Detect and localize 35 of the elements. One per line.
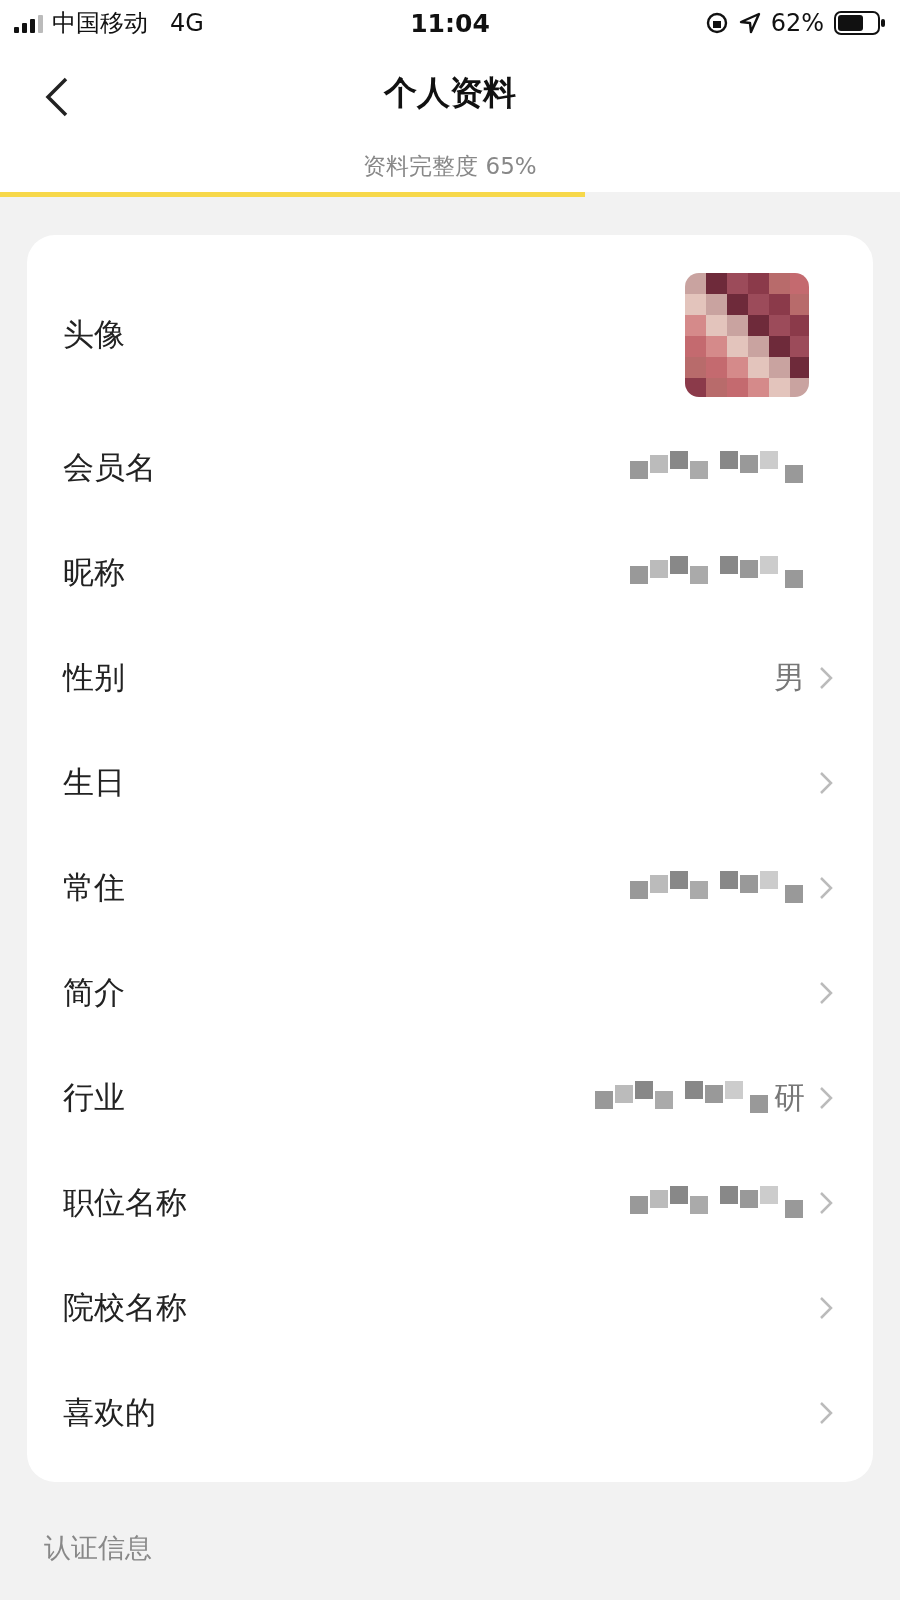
profile-row[interactable]: 生日 — [27, 730, 873, 835]
clock-time: 11:04 — [410, 8, 490, 38]
row-label: 职位名称 — [63, 1182, 188, 1222]
location-icon — [738, 12, 761, 34]
profile-row[interactable]: 喜欢的 — [27, 1360, 873, 1465]
profile-row[interactable]: 会员名 — [27, 415, 873, 520]
row-label: 性别 — [63, 657, 126, 697]
row-label: 行业 — [63, 1077, 126, 1117]
profile-row[interactable]: 简介 — [27, 940, 873, 1045]
battery-percent: 62% — [770, 9, 824, 37]
profile-row[interactable]: 院校名称 — [27, 1255, 873, 1360]
row-label: 生日 — [63, 762, 126, 802]
profile-row[interactable]: 性别 男 — [27, 625, 873, 730]
row-label: 院校名称 — [63, 1287, 188, 1327]
battery-icon — [834, 11, 886, 35]
row-label: 常住 — [63, 867, 126, 907]
row-label: 简介 — [63, 972, 126, 1012]
profile-row[interactable]: 常住 — [27, 835, 873, 940]
page-title: 个人资料 — [384, 71, 516, 114]
row-value: 男 — [774, 657, 805, 697]
section-title: 认证信息 — [44, 1532, 152, 1563]
carrier-name: 中国移动 — [52, 8, 148, 39]
profile-row[interactable]: 昵称 — [27, 520, 873, 625]
profile-row[interactable]: 行业 研 — [27, 1045, 873, 1150]
network-type: 4G — [170, 9, 204, 37]
rotation-lock-icon — [704, 11, 729, 35]
signal-icon — [14, 13, 44, 33]
row-value: 研 — [774, 1077, 805, 1117]
completeness-label: 资料完整度 65% — [363, 151, 537, 181]
profile-row[interactable]: 职位名称 — [27, 1150, 873, 1255]
row-label: 喜欢的 — [63, 1392, 157, 1432]
row-label: 头像 — [63, 315, 126, 354]
row-label: 昵称 — [63, 552, 126, 592]
row-label: 会员名 — [63, 447, 157, 487]
profile-row[interactable]: 头像 — [27, 255, 873, 415]
